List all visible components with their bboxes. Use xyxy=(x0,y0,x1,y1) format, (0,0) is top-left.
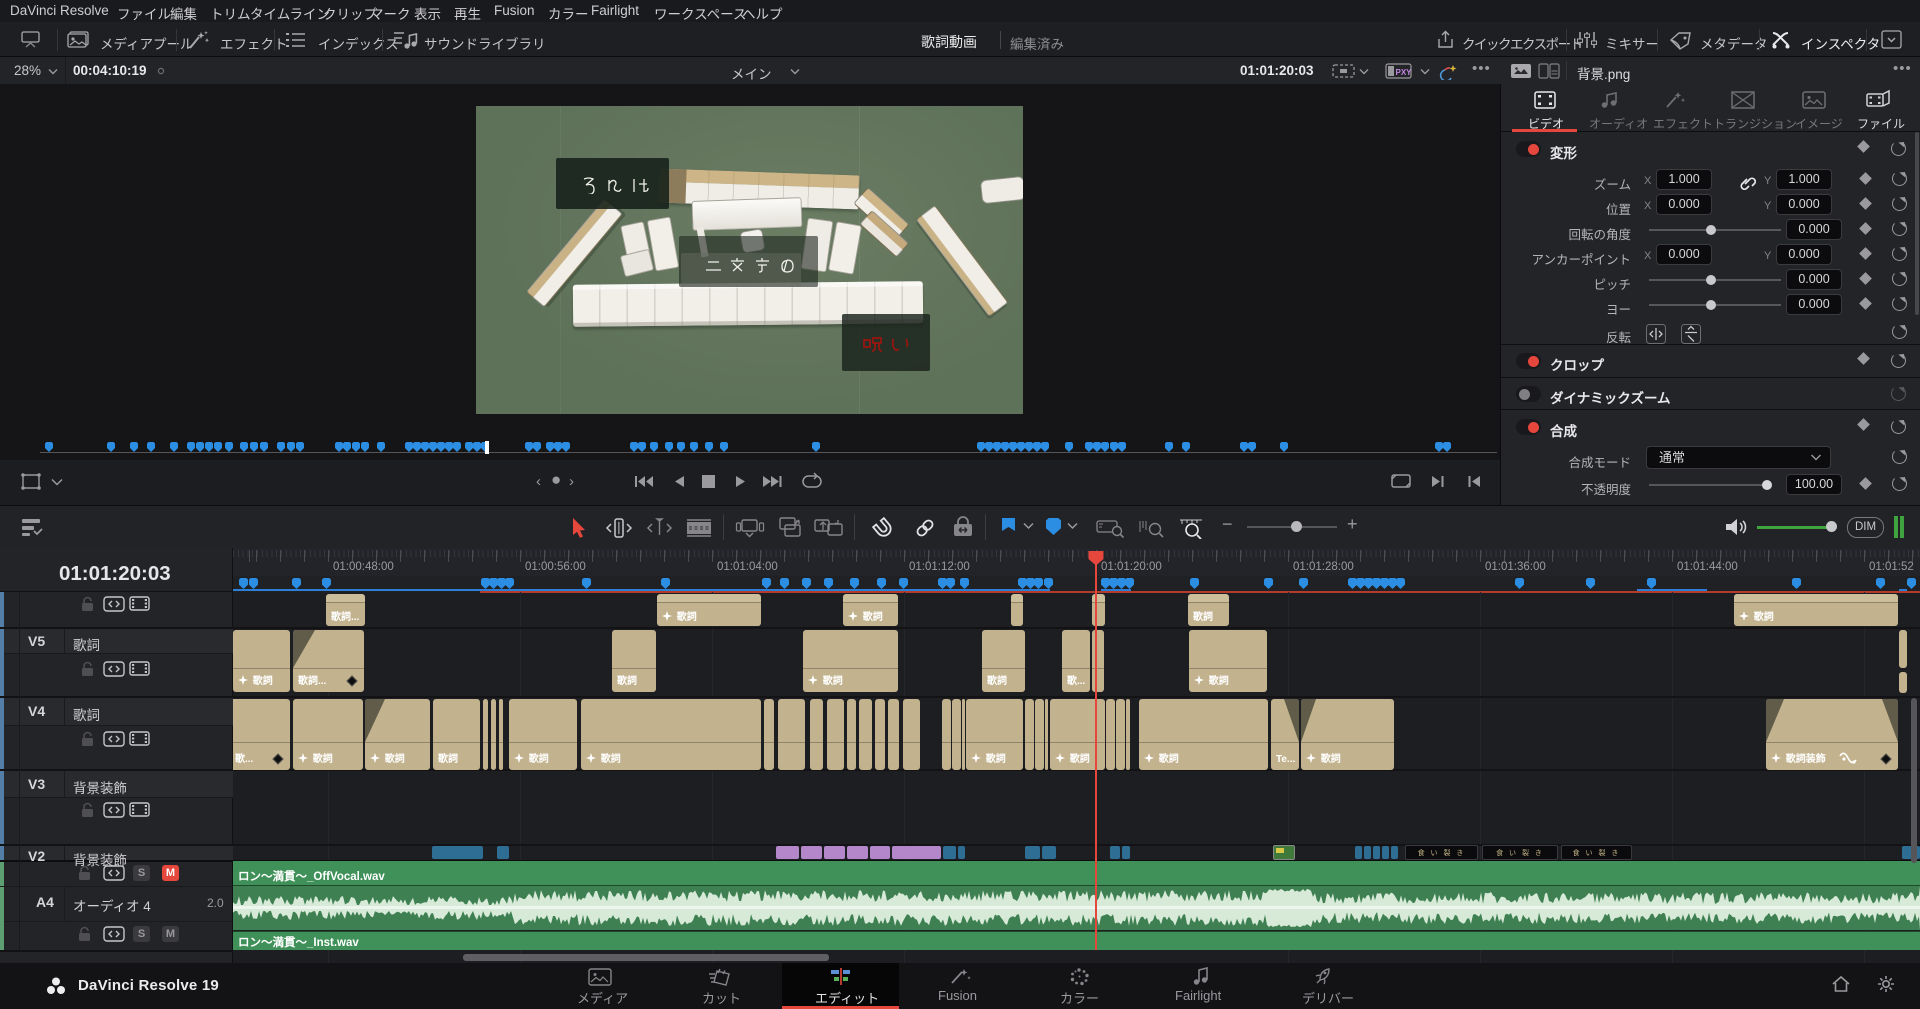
svg-text:PXY: PXY xyxy=(1396,68,1413,77)
